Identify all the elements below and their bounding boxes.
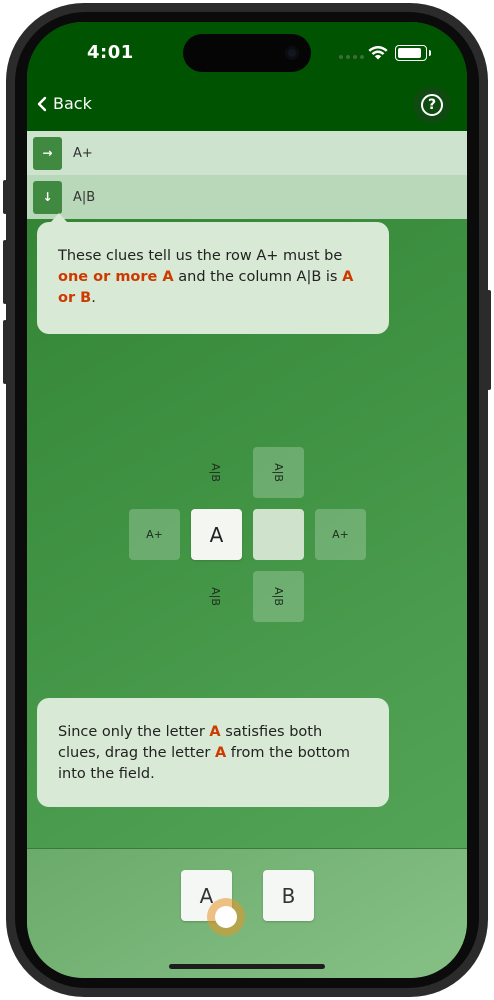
volume-down-button [3,320,7,384]
arrow-right-icon: → [33,136,62,170]
home-indicator[interactable] [169,964,325,969]
letter-tile-b[interactable]: B [263,870,314,921]
dynamic-island [183,34,311,72]
status-time: 4:01 [87,42,134,63]
grid-bottom-label: A|B [209,587,222,606]
power-button [487,290,491,390]
input-cell[interactable]: A [191,509,242,560]
hint-bubble-instruction: Since only the letter A satisfies both c… [37,698,389,807]
back-label: Back [53,94,92,113]
hint-bubble-clues: These clues tell us the row A+ must be o… [37,213,389,334]
touch-indicator [207,898,245,936]
column-clue-text: A|B [73,189,96,205]
cell-signal-icon [339,55,364,59]
column-clue-cell-top: A|B [253,447,304,498]
row-clue-text: A+ [73,145,93,161]
back-button[interactable]: Back [37,94,92,113]
battery-icon [395,45,431,61]
chevron-left-icon [37,96,47,111]
row-clue-cell-right: A+ [315,509,366,560]
column-clue-cell-bottom: A|B [253,571,304,622]
row-clue-cell-left: A+ [129,509,180,560]
row-clue: → A+ [27,131,467,175]
camera-icon [285,46,299,60]
letter-tray [27,848,467,978]
wifi-icon [368,46,388,60]
help-button[interactable]: ? [413,86,451,124]
grid-top-label: A|B [209,463,222,482]
empty-cell[interactable] [253,509,304,560]
app-header: 4:01 Back ? [27,22,467,132]
question-circle-icon: ? [421,94,443,116]
volume-up-button [3,240,7,304]
app-screen: 4:01 Back ? → A+ ↓ A|B These clues tell … [27,22,467,978]
arrow-down-icon: ↓ [33,180,62,214]
mute-switch [3,180,7,214]
column-clue: ↓ A|B [27,175,467,219]
